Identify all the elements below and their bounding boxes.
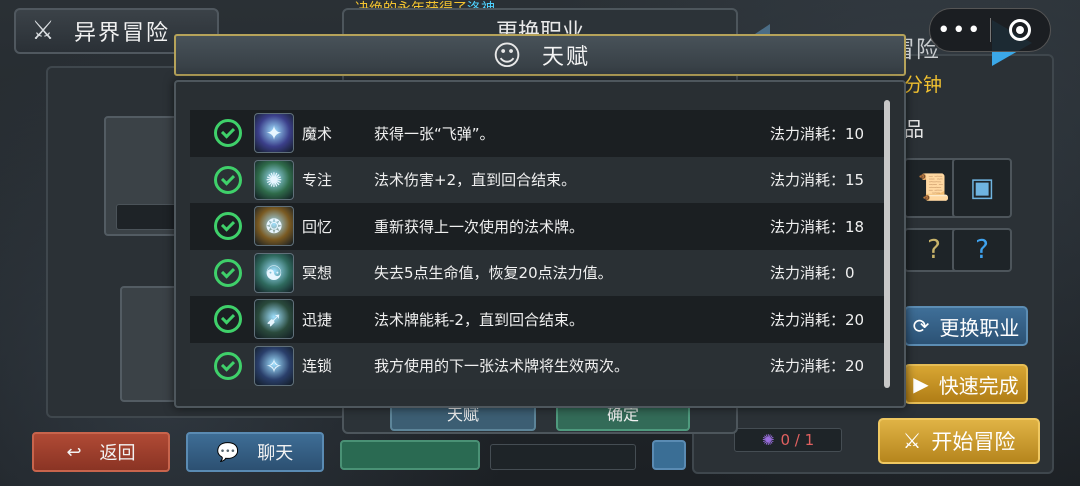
talent-icon: ☯ [254,252,294,293]
loot-slot-chest[interactable]: ▣ [952,158,1012,218]
change-job-button[interactable]: ⟳ 更换职业 [904,306,1028,346]
chat-label: 聊天 [257,443,294,464]
adventure-time: 分钟 [904,74,943,96]
return-arrow-icon: ↩ [66,441,82,463]
talent-list: ✦ 魔术 获得一张“飞弹”。 法力消耗：10 ✺ 专注 法术伤害+2，直到回合结… [190,110,886,389]
start-adventure-button[interactable]: ⚔ 开始冒险 [878,418,1040,464]
talent-modal-header: ☺ 天赋 [174,34,906,76]
talent-name: 专注 [302,171,333,190]
talent-row[interactable]: ✦ 魔术 获得一张“飞弹”。 法力消耗：10 [190,110,886,157]
talent-icon: ✺ [254,159,294,200]
talent-glyph: ✦ [265,121,283,146]
more-options-icon[interactable]: ••• [930,18,990,43]
scroll-icon: 📜 [917,173,951,203]
talent-glyph: ❂ [265,214,283,239]
question-mark-icon: ? [975,235,989,265]
talent-description: 法术牌能耗-2，直到回合结束。 [374,310,584,329]
talent-glyph: ✺ [265,167,283,192]
talent-cost: 法力消耗：15 [770,171,865,190]
back-label: 返回 [99,443,136,464]
talent-list-scrollbar[interactable] [884,100,890,388]
start-adventure-label: 开始冒险 [931,430,1016,454]
talent-cost: 法力消耗：10 [770,124,865,143]
back-button[interactable]: ↩ 返回 [32,432,170,472]
talent-name: 回忆 [302,217,333,236]
check-circle-icon[interactable] [214,212,242,241]
talent-icon: ❂ [254,206,294,247]
talent-description: 我方使用的下一张法术牌将生效两次。 [374,357,630,376]
question-mark-icon: ? [927,235,941,265]
loot-slot-unknown-blue[interactable]: ? [952,228,1012,272]
talent-description: 获得一张“飞弹”。 [374,124,495,143]
check-circle-icon[interactable] [214,351,242,380]
scrollbar-thumb[interactable] [884,100,890,388]
talent-name: 迅捷 [302,310,333,329]
talent-modal: ✦ 魔术 获得一张“飞弹”。 法力消耗：10 ✺ 专注 法术伤害+2，直到回合结… [174,80,906,408]
talent-icon: ✧ [254,345,294,386]
loot-grid: 📜 ▣ ? ? [904,148,1034,272]
talent-modal-title: 天赋 [541,45,590,70]
talent-cost: 法力消耗：20 [770,310,865,329]
talent-glyph: ☯ [265,260,283,285]
talent-cost: 法力消耗：20 [770,357,865,376]
info-button[interactable] [652,440,686,470]
crossed-swords-icon: ⚔ [31,16,55,46]
join-room-button[interactable] [340,440,480,470]
talent-name: 冥想 [302,264,333,283]
chat-bubble-icon: 💬 [216,441,240,463]
talent-row[interactable]: ✺ 专注 法术伤害+2，直到回合结束。 法力消耗：15 [190,156,886,203]
ticket-counter: ✺ 0 / 1 [734,428,842,452]
ticket-icon: ✺ [761,431,775,449]
page-title: 异界冒险 [74,21,171,46]
play-icon: ▶ [913,372,929,396]
head-silhouette-icon: ☺ [492,38,522,72]
mini-program-capsule: ••• [929,8,1051,52]
ticket-count: 0 / 1 [780,431,815,449]
change-job-label: 更换职业 [939,315,1020,340]
talent-cost: 法力消耗：18 [770,217,865,236]
crossed-swords-icon: ⚔ [902,429,922,453]
talent-row[interactable]: ☯ 冥想 失去5点生命值，恢复20点法力值。 法力消耗：0 [190,249,886,296]
talent-cost: 法力消耗：0 [770,264,855,283]
refresh-icon: ⟳ [912,314,930,338]
chat-button[interactable]: 💬 聊天 [186,432,324,472]
public-room-toggle[interactable] [490,444,636,470]
talent-row[interactable]: ✧ 连锁 我方使用的下一张法术牌将生效两次。 法力消耗：20 [190,342,886,389]
close-mini-program-icon[interactable] [990,19,1050,41]
talent-glyph: ✧ [265,353,283,378]
check-circle-icon[interactable] [214,165,242,194]
talent-icon: ✦ [254,113,294,154]
talent-description: 失去5点生命值，恢复20点法力值。 [374,264,613,283]
talent-description: 法术伤害+2，直到回合结束。 [374,171,577,190]
talent-icon: ➹ [254,299,294,340]
check-circle-icon[interactable] [214,119,242,148]
chest-icon: ▣ [969,173,995,203]
fast-complete-label: 快速完成 [938,373,1019,398]
check-circle-icon[interactable] [214,305,242,334]
talent-name: 连锁 [302,357,333,376]
fast-complete-button[interactable]: ▶ 快速完成 [904,364,1028,404]
check-circle-icon[interactable] [214,258,242,287]
talent-name: 魔术 [302,124,333,143]
talent-row[interactable]: ❂ 回忆 重新获得上一次使用的法术牌。 法力消耗：18 [190,203,886,250]
talent-row[interactable]: ➹ 迅捷 法术牌能耗-2，直到回合结束。 法力消耗：20 [190,296,886,343]
talent-glyph: ➹ [265,307,283,332]
talent-description: 重新获得上一次使用的法术牌。 [374,217,585,236]
loot-label: 品 [904,117,924,141]
